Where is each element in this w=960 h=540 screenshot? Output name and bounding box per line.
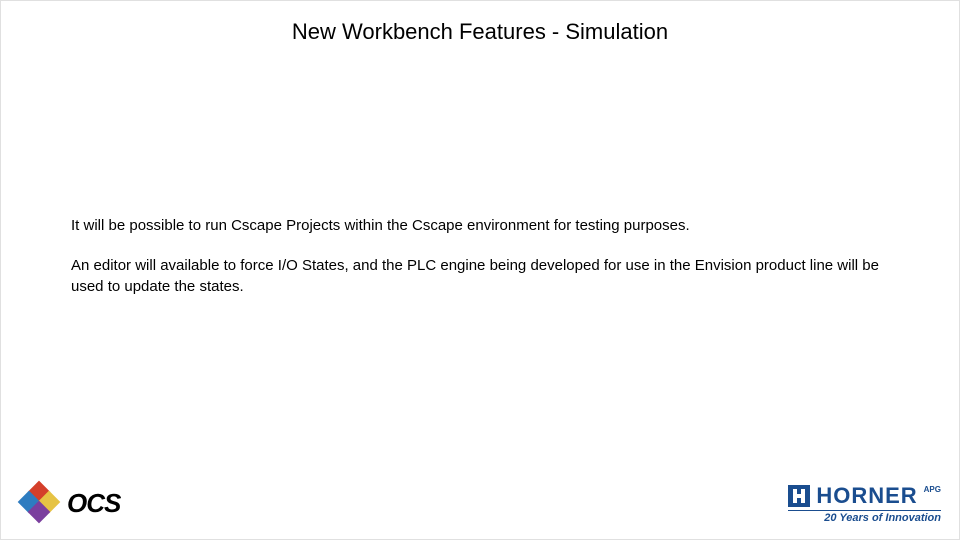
horner-logo: HORNER APG 20 Years of Innovation	[788, 483, 941, 524]
ocs-logo: OCS	[19, 482, 120, 524]
body-paragraph-2: An editor will available to force I/O St…	[71, 256, 899, 297]
horner-logo-suffix: APG	[924, 485, 941, 494]
horner-logo-row: HORNER APG	[788, 483, 941, 509]
horner-h-icon	[788, 485, 810, 507]
slide: New Workbench Features - Simulation It w…	[0, 0, 960, 540]
slide-title: New Workbench Features - Simulation	[1, 19, 959, 45]
body-paragraph-1: It will be possible to run Cscape Projec…	[71, 216, 899, 236]
ocs-cubes-icon	[19, 482, 61, 524]
slide-body: It will be possible to run Cscape Projec…	[71, 216, 899, 317]
horner-logo-text: HORNER	[816, 483, 917, 509]
slide-footer: OCS HORNER APG 20 Years of Innovation	[1, 469, 959, 529]
horner-tagline: 20 Years of Innovation	[788, 510, 941, 524]
ocs-logo-text: OCS	[67, 488, 120, 519]
